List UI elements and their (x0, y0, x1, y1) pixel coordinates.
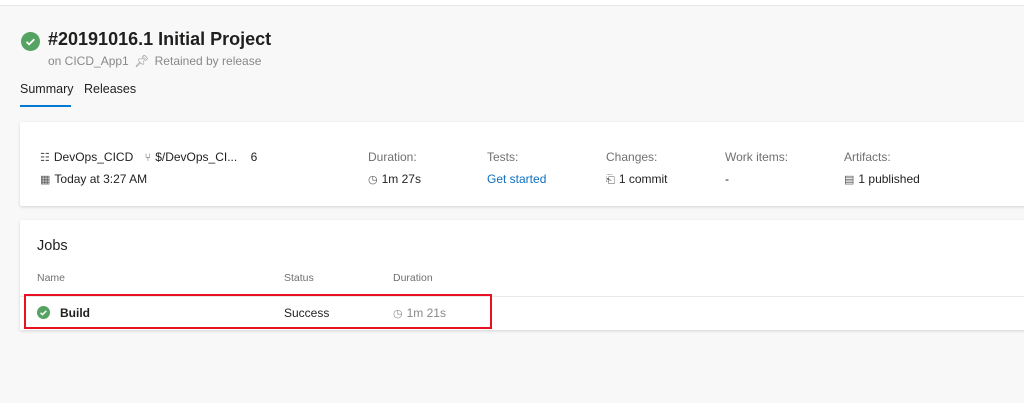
duration-value: 1m 27s (381, 172, 421, 186)
project-link[interactable]: DevOps_CICD (54, 150, 133, 164)
active-tab-indicator (20, 105, 71, 107)
page-title: #20191016.1 Initial Project (48, 29, 272, 49)
duration-label: Duration: (368, 150, 417, 164)
artifacts-link[interactable]: 1 published (858, 172, 919, 186)
changes-label: Changes: (606, 150, 658, 164)
work-items-label: Work items: (725, 150, 789, 164)
column-header-status: Status (284, 272, 314, 284)
work-items-value: - (725, 172, 729, 186)
clock-icon: ◷ (368, 174, 378, 186)
retention-status: Retained by release (154, 54, 262, 68)
project-icon: ☷ (40, 152, 50, 164)
repo-link[interactable]: on CICD_App1 (48, 54, 129, 68)
column-header-name: Name (37, 272, 66, 284)
commit-icon: ⎗ (606, 174, 615, 186)
column-header-duration: Duration (393, 272, 433, 284)
tab-summary[interactable]: Summary (20, 82, 73, 96)
artifact-icon: ▤ (844, 174, 855, 186)
jobs-title: Jobs (37, 238, 68, 254)
subtitle: on CICD_App1 📌︎ Retained by release (48, 54, 261, 68)
changes-link[interactable]: 1 commit (619, 172, 668, 186)
build-date: Today at 3:27 AM (54, 172, 148, 186)
tab-releases[interactable]: Releases (84, 82, 136, 96)
pin-icon: 📌︎ (134, 54, 150, 68)
top-bar (0, 0, 1024, 6)
branch-link[interactable]: $/DevOps_CI... (155, 150, 237, 164)
artifacts-label: Artifacts: (844, 150, 891, 164)
tests-get-started-link[interactable]: Get started (487, 172, 546, 186)
highlight-box (24, 294, 492, 329)
tests-label: Tests: (487, 150, 519, 164)
calendar-icon: ▦ (40, 174, 51, 186)
branch-icon: ⑂ (144, 152, 152, 164)
success-icon (21, 32, 40, 51)
changeset-link[interactable]: 6 (251, 150, 258, 164)
summary-card: ☷ DevOps_CICD ⑂ $/DevOps_CI... 6 ▦ Today at… (20, 122, 1024, 206)
